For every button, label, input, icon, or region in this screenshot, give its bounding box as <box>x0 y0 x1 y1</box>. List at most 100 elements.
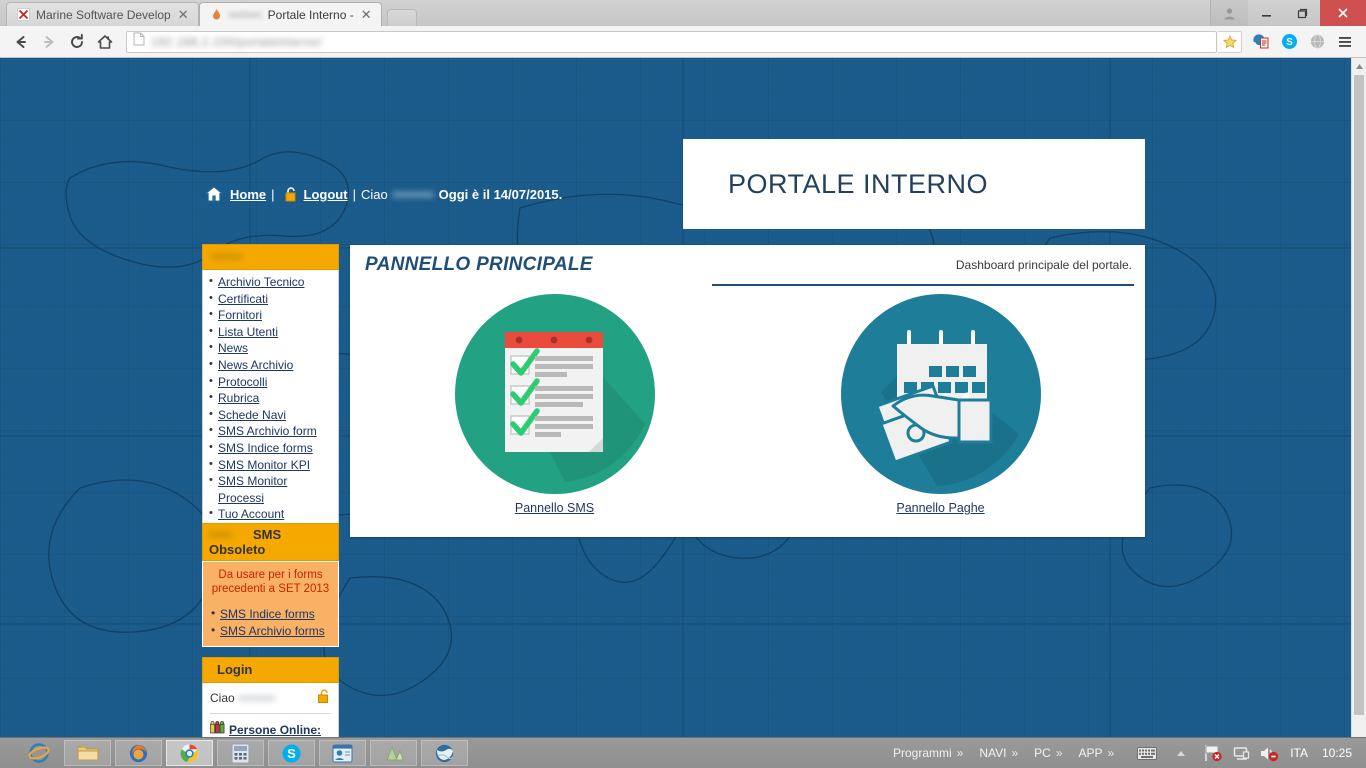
sidebar-link[interactable]: Rubrica <box>218 391 259 405</box>
sidebar-item-sms-monitor-processi[interactable]: SMS Monitor Processi <box>208 472 333 506</box>
sidebar-item-lista-utenti[interactable]: Lista Utenti <box>208 323 333 341</box>
close-icon[interactable]: ✕ <box>360 8 373 21</box>
hamburger-menu-icon[interactable] <box>1332 29 1358 55</box>
sidebar-menu-body: Archivio Tecnico Certificati Fornitori L… <box>202 270 339 529</box>
obsolete-header-blurred: ••••• <box>209 527 232 542</box>
sidebar-link[interactable]: Certificati <box>218 292 268 306</box>
dashboard-tiles: Pannello SMS Pannello Paghe <box>350 287 1145 517</box>
sidebar-link[interactable]: Archivio Tecnico <box>218 275 304 289</box>
tab-title: Marine Software Develop <box>36 7 171 22</box>
tile-link-pannello-sms[interactable]: Pannello SMS <box>515 501 594 515</box>
sidebar-link[interactable]: SMS Indice forms <box>218 441 313 455</box>
clock[interactable]: 10:25 <box>1318 746 1356 760</box>
sidebar-link[interactable]: SMS Monitor Processi <box>218 474 287 505</box>
close-window-button[interactable] <box>1320 0 1366 26</box>
toolbar-app[interactable]: APP » <box>1071 746 1123 760</box>
taskbar-chart-app-icon[interactable] <box>370 740 417 766</box>
orange-flame-icon <box>210 8 223 21</box>
sidebar-menu-box: ••••••• Archivio Tecnico Certificati For… <box>202 244 339 529</box>
sidebar-item-fornitori[interactable]: Fornitori <box>208 306 333 324</box>
sidebar-obsolete-box: ••••• SMS Obsoleto Da usare per i forms p… <box>202 523 339 647</box>
globe-icon[interactable] <box>1304 29 1330 55</box>
show-hidden-icons-arrow[interactable] <box>1170 742 1192 764</box>
sidebar-item-sms-archivio-form[interactable]: SMS Archivio form <box>208 422 333 440</box>
chevron-double-right-icon[interactable]: » <box>957 746 964 760</box>
window-controls <box>1210 0 1366 26</box>
taskbar-calculator-icon[interactable] <box>217 740 264 766</box>
home-icon[interactable] <box>92 29 118 55</box>
obsolete-link[interactable]: SMS Archivio forms <box>220 624 325 638</box>
reload-button[interactable] <box>64 29 90 55</box>
flag-error-icon[interactable] <box>1202 742 1224 764</box>
sidebar-link[interactable]: Tuo Account <box>218 507 284 521</box>
obsolete-item-sms-indice-forms[interactable]: SMS Indice forms <box>210 605 334 623</box>
tab-marine-software[interactable]: Marine Software Develop ✕ <box>6 2 199 26</box>
checklist-clipboard-icon[interactable] <box>454 294 655 494</box>
new-tab-button[interactable] <box>386 9 417 26</box>
taskbar-chrome-icon[interactable] <box>166 740 213 766</box>
scroll-up-arrow-icon[interactable] <box>1352 58 1366 74</box>
scrollbar-thumb[interactable] <box>1354 75 1364 715</box>
taskbar-contacts-icon[interactable] <box>319 740 366 766</box>
sidebar-item-archivio-tecnico[interactable]: Archivio Tecnico <box>208 273 333 291</box>
sidebar-item-sms-indice-forms[interactable]: SMS Indice forms <box>208 439 333 457</box>
address-bar[interactable]: 192.168.2.100/portaleinterno/ <box>126 30 1217 53</box>
taskbar-internet-globe-icon[interactable] <box>421 740 468 766</box>
sidebar-link[interactable]: News Archivio <box>218 358 293 372</box>
chevron-double-right-icon[interactable]: » <box>1056 746 1063 760</box>
chevron-double-right-icon[interactable]: » <box>1108 746 1115 760</box>
open-padlock-icon <box>317 689 331 707</box>
bookmark-star-icon[interactable] <box>1218 30 1242 53</box>
sidebar-link[interactable]: SMS Monitor KPI <box>218 458 310 472</box>
tab-title: Portale Interno - <box>267 7 354 22</box>
sidebar-item-news-archivio[interactable]: News Archivio <box>208 356 333 374</box>
close-icon[interactable]: ✕ <box>177 8 190 21</box>
tile-pannello-sms[interactable]: Pannello SMS <box>454 294 655 517</box>
tab-portale-interno[interactable]: ••••••• Portale Interno - ✕ <box>198 2 382 26</box>
taskbar-skype-icon[interactable]: S <box>268 740 315 766</box>
minimize-button[interactable] <box>1248 0 1284 26</box>
logout-link[interactable]: Logout <box>304 187 348 202</box>
sidebar-item-protocolli[interactable]: Protocolli <box>208 373 333 391</box>
toolbar-label: PC <box>1034 746 1051 760</box>
sidebar-link[interactable]: News <box>218 341 248 355</box>
language-indicator[interactable]: ITA <box>1280 746 1318 760</box>
taskbar-tray: Programmi » NAVI » PC » APP » ITA 10:25 <box>885 738 1366 768</box>
taskbar-file-explorer-icon[interactable] <box>64 740 111 766</box>
taskbar-internet-explorer-icon[interactable] <box>18 740 60 766</box>
sidebar-link[interactable]: Schede Navi <box>218 408 286 422</box>
pdf-icon[interactable] <box>1248 29 1274 55</box>
obsolete-link[interactable]: SMS Indice forms <box>220 607 315 621</box>
restore-button[interactable] <box>1284 0 1320 26</box>
sidebar-link[interactable]: Lista Utenti <box>218 325 278 339</box>
calendar-money-hand-icon[interactable] <box>840 294 1041 494</box>
network-icon[interactable] <box>1230 742 1252 764</box>
keyboard-icon[interactable] <box>1136 742 1158 764</box>
skype-icon[interactable]: S <box>1276 29 1302 55</box>
forward-button[interactable] <box>36 29 62 55</box>
obsolete-item-sms-archivio-forms[interactable]: SMS Archivio forms <box>210 622 334 640</box>
sidebar-item-sms-monitor-kpi[interactable]: SMS Monitor KPI <box>208 456 333 474</box>
toolbar-navi[interactable]: NAVI » <box>971 746 1026 760</box>
chevron-double-right-icon[interactable]: » <box>1011 746 1018 760</box>
toolbar-programmi[interactable]: Programmi » <box>885 746 971 760</box>
sidebar-link[interactable]: Protocolli <box>218 375 267 389</box>
volume-muted-icon[interactable] <box>1258 742 1280 764</box>
sidebar-item-tuo-account[interactable]: Tuo Account <box>208 505 333 523</box>
sidebar-item-schede-navi[interactable]: Schede Navi <box>208 406 333 424</box>
sidebar-item-news[interactable]: News <box>208 339 333 357</box>
toolbar-pc[interactable]: PC » <box>1026 746 1070 760</box>
sidebar-item-rubrica[interactable]: Rubrica <box>208 389 333 407</box>
vertical-scrollbar[interactable] <box>1351 58 1366 768</box>
portal-banner: PORTALE INTERNO <box>683 139 1145 229</box>
home-link[interactable]: Home <box>230 187 266 202</box>
open-padlock-icon <box>284 186 298 202</box>
sidebar-link[interactable]: SMS Archivio form <box>218 424 317 438</box>
tile-link-pannello-paghe[interactable]: Pannello Paghe <box>896 501 984 515</box>
sidebar-item-certificati[interactable]: Certificati <box>208 290 333 308</box>
user-avatar-icon[interactable] <box>1210 0 1248 26</box>
sidebar-link[interactable]: Fornitori <box>218 308 262 322</box>
tile-pannello-paghe[interactable]: Pannello Paghe <box>840 294 1041 517</box>
back-button[interactable] <box>8 29 34 55</box>
taskbar-firefox-icon[interactable] <box>115 740 162 766</box>
